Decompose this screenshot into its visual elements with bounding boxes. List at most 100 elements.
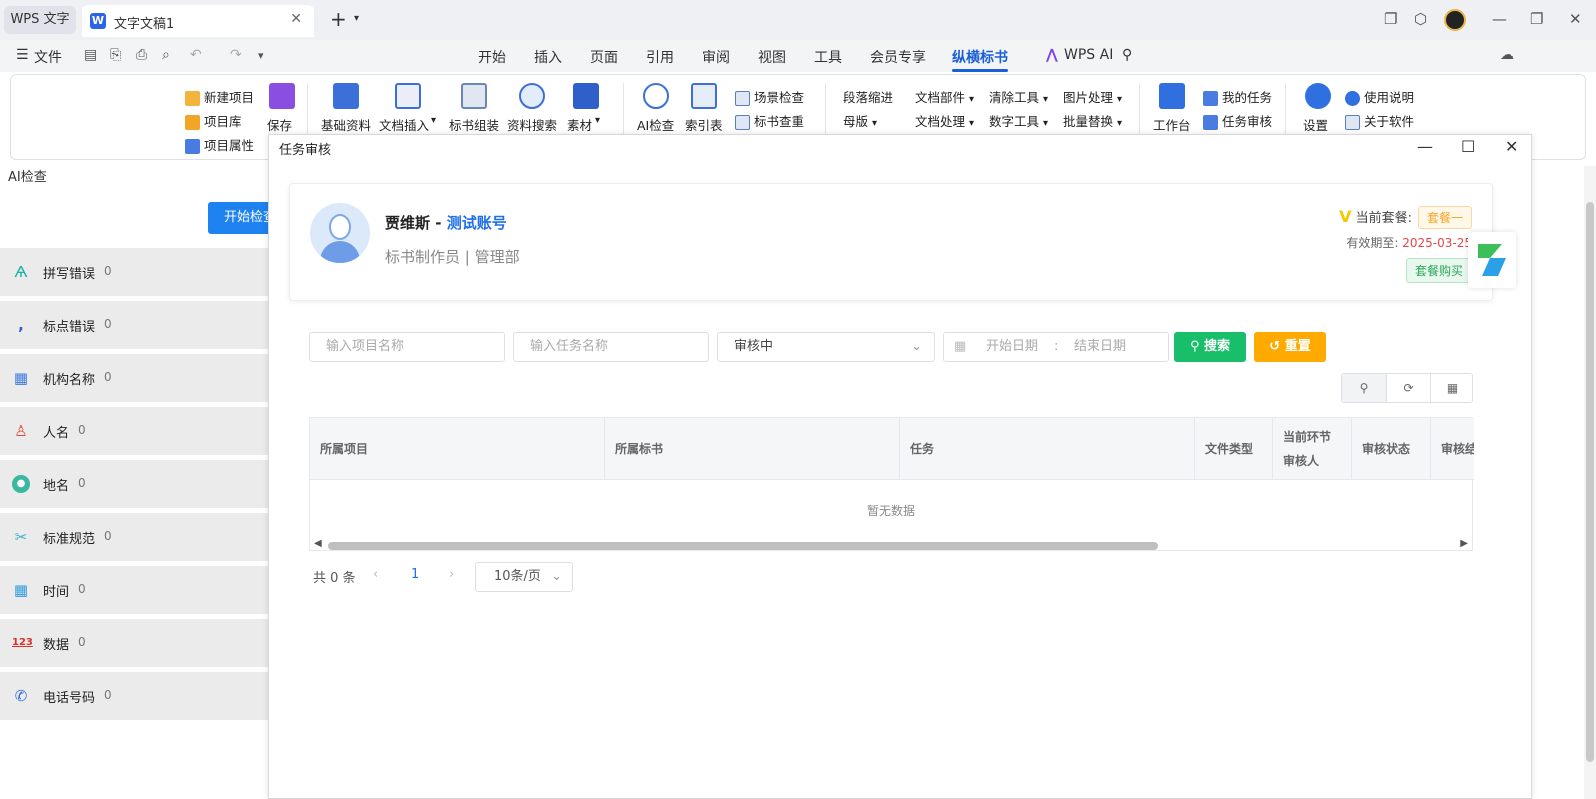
menu-page[interactable]: 页面 xyxy=(590,47,618,67)
status-select[interactable]: 审核中 ⌄ xyxy=(717,332,935,362)
check-item-location[interactable]: ● 地名 0 xyxy=(0,460,268,508)
column-header[interactable]: 所属标书 xyxy=(605,418,900,480)
insert-doc-icon xyxy=(395,83,421,109)
check-item-person[interactable]: ♙ 人名 0 xyxy=(0,407,268,455)
menu-file[interactable]: 文件 xyxy=(34,47,62,67)
prev-page-icon[interactable]: ‹ xyxy=(373,567,378,582)
cloud-upload-icon[interactable]: ☁ xyxy=(1500,47,1514,63)
person-icon: ♙ xyxy=(14,422,28,440)
columns-grid-icon[interactable]: ▦ xyxy=(1430,374,1474,402)
para-indent-button[interactable]: 段落缩进 xyxy=(843,87,893,106)
menu-view[interactable]: 视图 xyxy=(758,47,786,67)
more-chevron-icon[interactable]: ▾ xyxy=(258,49,264,62)
dialog-close-icon[interactable]: ✕ xyxy=(1505,137,1518,156)
redo-icon[interactable]: ↷ xyxy=(230,47,242,63)
scene-check-button[interactable]: 场景检查 xyxy=(735,87,804,106)
cube-icon[interactable]: ⬡ xyxy=(1414,10,1427,28)
task-review-button[interactable]: 任务审核 xyxy=(1203,111,1272,130)
column-header[interactable]: 审核结 xyxy=(1431,418,1474,480)
project-lib-button[interactable]: 项目库 xyxy=(185,111,242,130)
column-header[interactable]: 审核状态 xyxy=(1352,418,1431,480)
horizontal-scrollbar[interactable] xyxy=(328,542,1158,550)
chevron-down-icon[interactable]: ▾ xyxy=(354,13,359,24)
image-process-button[interactable]: 图片处理 ▾ xyxy=(1063,87,1122,106)
menu-start[interactable]: 开始 xyxy=(478,47,506,67)
new-tab-icon[interactable]: + xyxy=(330,9,347,29)
print-preview-icon[interactable]: ⌕ xyxy=(162,47,170,63)
reset-button[interactable]: ↺ 重置 xyxy=(1254,332,1326,362)
batch-replace-button[interactable]: 批量替换 ▾ xyxy=(1063,111,1122,130)
refresh-icon[interactable]: ⟳ xyxy=(1386,374,1430,402)
about-button[interactable]: 关于软件 xyxy=(1345,111,1414,130)
export-icon[interactable]: ⎘ xyxy=(110,47,121,63)
column-header[interactable]: 所属项目 xyxy=(310,418,605,480)
list-icon xyxy=(185,139,200,154)
manual-button[interactable]: 使用说明 xyxy=(1345,87,1414,106)
check-item-phone[interactable]: ✆ 电话号码 0 xyxy=(0,672,268,720)
restore-icon[interactable]: ❐ xyxy=(1530,10,1543,28)
dialog-minimize-icon[interactable]: — xyxy=(1417,137,1433,156)
scroll-right-icon[interactable]: ▶ xyxy=(1460,538,1468,549)
master-button[interactable]: 母版 ▾ xyxy=(843,111,877,130)
new-project-button[interactable]: 新建项目 xyxy=(185,87,254,106)
buy-plan-button[interactable]: 套餐购买 xyxy=(1405,258,1472,283)
vertical-scrollbar[interactable] xyxy=(1584,166,1596,799)
page-size-select[interactable]: 10条/页 ⌄ xyxy=(475,562,573,592)
dialog-title: 任务审核 xyxy=(279,143,332,158)
clear-tools-button[interactable]: 清除工具 ▾ xyxy=(989,87,1048,106)
menu-review[interactable]: 审阅 xyxy=(702,47,730,67)
tender-dup-button[interactable]: 标书查重 xyxy=(735,111,804,130)
date-range-picker[interactable]: ▦ 开始日期 : 结束日期 xyxy=(943,332,1169,362)
doc-parts-button[interactable]: 文档部件 ▾ xyxy=(915,87,974,106)
undo-icon[interactable]: ↶ xyxy=(190,47,202,63)
close-window-icon[interactable]: ✕ xyxy=(1569,10,1582,28)
current-plan: V 当前套餐: 套餐一 xyxy=(1339,206,1472,229)
punctuation-icon: , xyxy=(18,316,24,334)
task-name-input[interactable]: 输入任务名称 xyxy=(513,332,709,362)
print-icon[interactable]: ⎙ xyxy=(136,47,147,63)
project-name-input[interactable]: 输入项目名称 xyxy=(309,332,505,362)
window-layout-icon[interactable]: ❐ xyxy=(1384,10,1397,28)
tab-wps-home[interactable]: WPS 文字 xyxy=(4,6,76,34)
search-icon[interactable]: ⚲ xyxy=(1122,47,1132,63)
check-item-time[interactable]: ▦ 时间 0 xyxy=(0,566,268,614)
scroll-left-icon[interactable]: ◀ xyxy=(314,538,322,549)
save-icon[interactable]: ▤ xyxy=(84,47,97,63)
column-header[interactable]: 文件类型 xyxy=(1195,418,1273,480)
check-item-spelling[interactable]: Ѧ 拼写错误 0 xyxy=(0,248,268,296)
hamburger-icon[interactable]: ☰ xyxy=(16,47,29,63)
dialog-maximize-icon[interactable]: ☐ xyxy=(1461,137,1475,156)
menu-reference[interactable]: 引用 xyxy=(646,47,674,67)
column-header[interactable]: 任务 xyxy=(900,418,1195,480)
user-avatar[interactable] xyxy=(1444,9,1466,31)
magnifier-icon xyxy=(519,83,545,109)
check-item-standard[interactable]: ✂ 标准规范 0 xyxy=(0,513,268,561)
menu-bar: ☰ 文件 ▤ ⎘ ⎙ ⌕ ↶ ↷ ▾ 开始 插入 页面 引用 审阅 视图 工具 … xyxy=(0,40,1596,107)
menu-zongheng-tender[interactable]: 纵横标书 xyxy=(952,47,1008,67)
tab-document[interactable]: W 文字文稿1 ✕ xyxy=(82,5,314,37)
page-number[interactable]: 1 xyxy=(411,567,419,582)
doc-process-button[interactable]: 文档处理 ▾ xyxy=(915,111,974,130)
next-page-icon[interactable]: › xyxy=(449,567,454,582)
menu-insert[interactable]: 插入 xyxy=(534,47,562,67)
table-tools: ⚲ ⟳ ▦ xyxy=(1341,373,1473,403)
digit-tools-button[interactable]: 数字工具 ▾ xyxy=(989,111,1048,130)
wps-ai-button[interactable]: WPS AI xyxy=(1064,47,1113,63)
book-icon xyxy=(573,83,599,109)
task-table: 所属项目 所属标书 任务 文件类型 当前环节 审核人 审核状态 审核结 暂无数据 … xyxy=(309,417,1474,551)
search-button[interactable]: ⚲ 搜索 xyxy=(1174,332,1246,362)
table-search-icon[interactable]: ⚲ xyxy=(1342,374,1386,402)
brand-logo-icon[interactable] xyxy=(1468,232,1516,288)
menu-tools[interactable]: 工具 xyxy=(814,47,842,67)
user-avatar-icon xyxy=(310,203,370,263)
minimize-icon[interactable]: — xyxy=(1492,10,1507,28)
help-icon xyxy=(1345,91,1360,106)
my-tasks-button[interactable]: 我的任务 xyxy=(1203,87,1272,106)
check-item-organization[interactable]: ▦ 机构名称 0 xyxy=(0,354,268,402)
column-header[interactable]: 当前环节 审核人 xyxy=(1273,418,1352,480)
menu-member[interactable]: 会员专享 xyxy=(870,47,926,67)
check-item-punctuation[interactable]: , 标点错误 0 xyxy=(0,301,268,349)
close-tab-icon[interactable]: ✕ xyxy=(290,11,302,27)
check-item-data[interactable]: 123 数据 0 xyxy=(0,619,268,667)
project-props-button[interactable]: 项目属性 xyxy=(185,135,254,154)
